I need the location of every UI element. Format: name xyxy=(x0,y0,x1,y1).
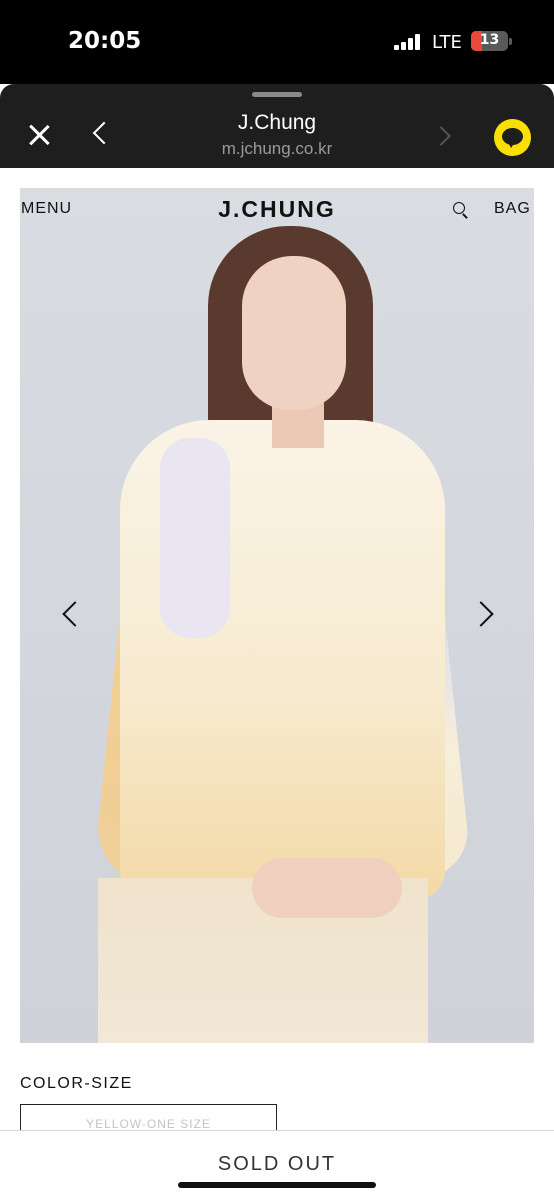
status-bar: 20:05 LTE 13 xyxy=(0,0,554,84)
site-title: J.Chung xyxy=(237,111,317,134)
brand-logo[interactable]: J.CHUNG xyxy=(0,196,554,223)
battery-icon: 13 xyxy=(471,31,508,51)
signal-icon xyxy=(394,34,420,50)
network-label: LTE xyxy=(432,32,462,53)
battery-level: 13 xyxy=(479,32,500,48)
chat-bubble-icon xyxy=(502,128,523,148)
page-top-margin xyxy=(0,168,554,188)
site-url: m.jchung.co.kr xyxy=(221,139,333,158)
bag-button[interactable]: BAG xyxy=(494,200,531,218)
sweater-lavender-patch xyxy=(160,438,230,638)
product-image[interactable] xyxy=(20,188,534,1043)
status-time: 20:05 xyxy=(68,28,142,54)
sold-out-button[interactable]: SOLD OUT xyxy=(0,1153,554,1176)
model-face xyxy=(242,256,346,410)
browser-header: J.Chung m.jchung.co.kr xyxy=(0,84,554,168)
home-indicator[interactable] xyxy=(178,1182,376,1188)
search-icon[interactable] xyxy=(453,202,468,217)
kakaotalk-icon[interactable] xyxy=(494,119,531,156)
model-hands xyxy=(252,858,402,918)
option-label: COLOR-SIZE xyxy=(20,1075,133,1092)
option-value: YELLOW-ONE SIZE xyxy=(86,1117,211,1131)
sheet-handle[interactable] xyxy=(252,92,302,97)
bottom-action-bar: SOLD OUT xyxy=(0,1130,554,1200)
battery-nub xyxy=(509,38,512,45)
